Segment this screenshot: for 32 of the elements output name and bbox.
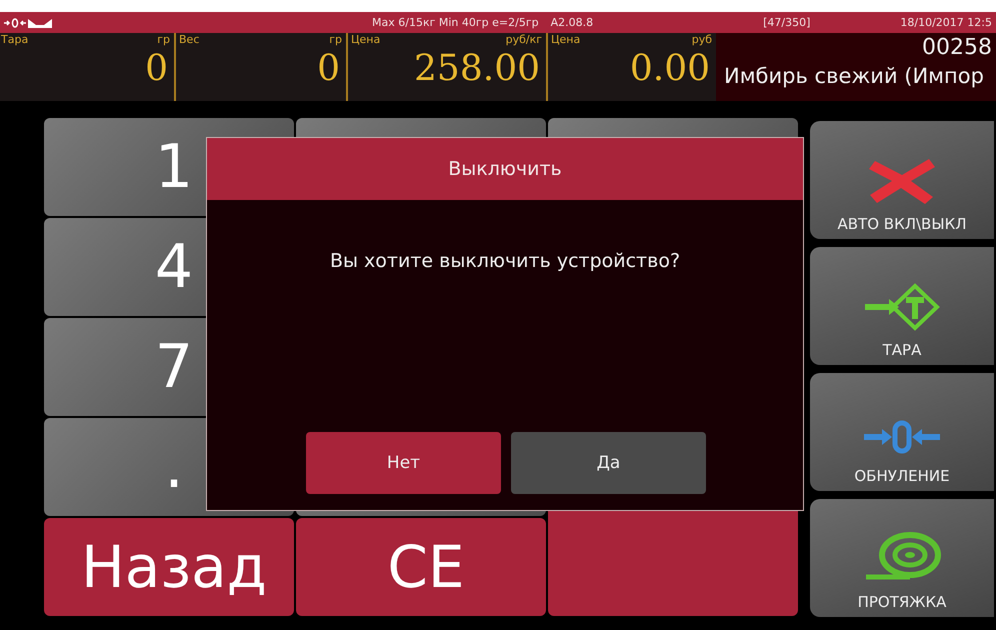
- cross-icon: [867, 157, 937, 205]
- readout-label: Цена: [351, 33, 380, 47]
- readout-value: 0.00: [630, 47, 711, 91]
- action-key[interactable]: CE: [296, 518, 546, 616]
- readout-unit: гр: [157, 33, 170, 47]
- readout-unit: гр: [329, 33, 342, 47]
- record-counter: [47/350]: [763, 16, 810, 29]
- product-name: Имбирь свежий (Импор: [723, 64, 984, 88]
- readout-label: Вес: [179, 33, 200, 47]
- dialog-button[interactable]: Да: [511, 432, 706, 494]
- product-code: 00258: [922, 35, 993, 60]
- dialog-message: Вы хотите выключить устройство?: [328, 250, 682, 272]
- readout-unit: руб/кг: [506, 33, 542, 47]
- dialog-title: Выключить: [207, 138, 803, 200]
- function-button[interactable]: АВТО ВКЛ\ВЫКЛ: [810, 121, 994, 239]
- readout-unit: руб: [692, 33, 712, 47]
- function-button[interactable]: ПРОТЯЖКА: [810, 499, 994, 617]
- readout-value: 0: [317, 47, 341, 91]
- dialog-button[interactable]: Нет: [306, 432, 501, 494]
- scale-info: Max 6/15кг Min 40гр e=2/5гр: [372, 16, 539, 29]
- function-button[interactable]: ОБНУЛЕНИЕ: [810, 373, 994, 491]
- firmware-version: A2.08.8: [550, 16, 594, 29]
- readout-label: Цена: [551, 33, 580, 47]
- readout-value: 258.00: [414, 47, 541, 91]
- function-button[interactable]: ТАРА: [810, 247, 994, 365]
- scale-pan-icon: [28, 18, 52, 28]
- zero-arrows-icon: [4, 18, 26, 28]
- tare-icon: [863, 283, 941, 331]
- readout-value: 0: [145, 47, 169, 91]
- action-key[interactable]: Назад: [44, 518, 294, 616]
- date-time: 18/10/2017 12:5: [900, 16, 992, 29]
- readout-label: Тара: [1, 33, 28, 47]
